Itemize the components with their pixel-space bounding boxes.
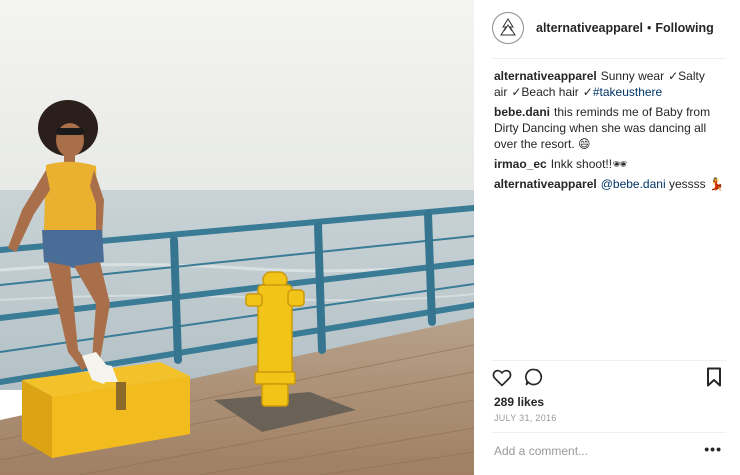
- checkmark-glyph: ✓: [582, 85, 593, 99]
- hashtag-link[interactable]: #takeusthere: [593, 85, 662, 99]
- checkmark-glyph: ✓: [511, 85, 522, 99]
- alternative-apparel-logo-icon[interactable]: [492, 12, 524, 44]
- caption-text: Beach hair: [521, 85, 579, 99]
- comment-username[interactable]: alternativeapparel: [494, 177, 597, 191]
- comment-item: bebe.dani this reminds me of Baby from Di…: [494, 104, 730, 152]
- post-date: JULY 31, 2016: [494, 413, 557, 423]
- comment-username[interactable]: irmao_ec: [494, 157, 547, 171]
- dancer-emoji-icon: 💃: [709, 177, 724, 191]
- comment-item: alternativeapparel @bebe.dani yessss 💃: [494, 176, 730, 192]
- header-separator: •: [647, 21, 652, 35]
- divider: [492, 360, 726, 361]
- following-button[interactable]: Following: [655, 21, 713, 35]
- action-bar: [492, 366, 556, 388]
- post-sidebar: alternativeapparel • Following alternati…: [474, 0, 740, 475]
- comment-username[interactable]: bebe.dani: [494, 105, 550, 119]
- comment-text: yessss: [668, 177, 706, 191]
- like-count[interactable]: 289 likes: [494, 395, 544, 409]
- checkmark-glyph: ✓: [668, 69, 679, 83]
- post-photo[interactable]: [0, 0, 474, 475]
- instagram-post: alternativeapparel • Following alternati…: [0, 0, 740, 475]
- caption-text: Sunny wear: [600, 69, 665, 83]
- comment-text: Inkk shoot!!: [550, 157, 613, 171]
- post-header: alternativeapparel • Following: [474, 0, 740, 56]
- grin-emoji-icon: 😄: [578, 137, 591, 151]
- sunglasses-emoji-icon: 🕶: [612, 157, 628, 171]
- post-author-username[interactable]: alternativeapparel: [536, 21, 643, 35]
- divider: [492, 58, 726, 59]
- more-options-button[interactable]: •••: [704, 441, 722, 457]
- comment-username[interactable]: alternativeapparel: [494, 69, 597, 83]
- comment-item: irmao_ec Inkk shoot!!🕶: [494, 156, 730, 172]
- add-comment-input[interactable]: [494, 440, 694, 462]
- bookmark-icon[interactable]: [706, 367, 722, 387]
- caption-comment: alternativeapparel Sunny wear ✓Salty air ✓B…: [494, 68, 730, 100]
- comment-list: alternativeapparel Sunny wear ✓Salty air ✓B…: [494, 68, 730, 196]
- mention-link[interactable]: @bebe.dani: [601, 177, 666, 191]
- divider: [492, 432, 726, 433]
- comment-bubble-icon[interactable]: [524, 367, 544, 387]
- heart-icon[interactable]: [492, 368, 512, 387]
